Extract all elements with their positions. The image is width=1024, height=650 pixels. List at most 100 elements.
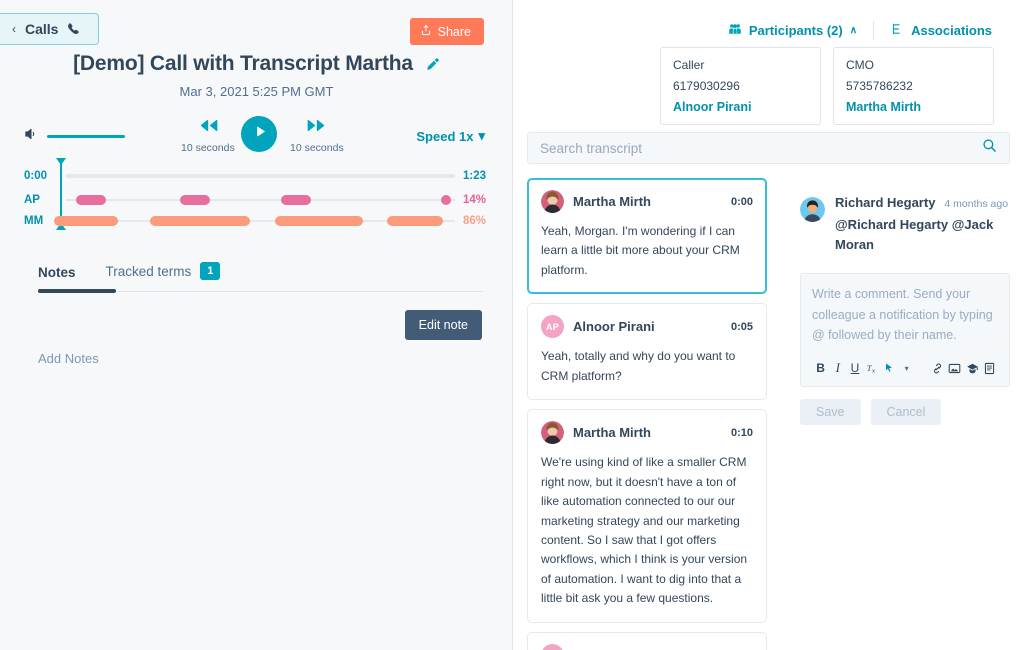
transcript-speaker: Martha Mirth <box>573 194 651 209</box>
timeline-row-mm: MM 86% <box>0 212 513 230</box>
speech-segment <box>274 216 363 226</box>
transcript-search[interactable] <box>527 132 1010 164</box>
play-button[interactable] <box>241 116 277 152</box>
participants-toggle[interactable]: Participants (2) ∧ <box>712 22 873 39</box>
comments-panel: Richard Hegarty 4 months ago @Richard He… <box>800 195 1010 426</box>
share-button[interactable]: Share <box>409 18 484 45</box>
timeline-time-row: 0:00 1:23 <box>0 167 513 185</box>
forward-10-icon <box>306 118 328 138</box>
call-timeline[interactable]: 0:00 1:23 AP 14% MM 86% <box>0 158 513 231</box>
audio-player-controls: 10 seconds 10 seconds Speed 1x ▾ <box>0 110 513 162</box>
save-button[interactable]: Save <box>800 399 861 426</box>
editor-toolbar: B I U Tx ▾ <box>812 349 998 386</box>
associations-icon <box>890 22 904 39</box>
comment-timestamp: 4 months ago <box>944 198 1009 210</box>
transcript-speaker: Alnoor Pirani <box>573 319 655 335</box>
avatar: AP <box>541 315 564 339</box>
speed-label: Speed 1x <box>416 128 474 144</box>
tab-tracked-terms[interactable]: Tracked terms 1 <box>106 262 221 291</box>
snippet-icon[interactable] <box>981 358 998 378</box>
right-panel-header: Participants (2) ∧ Associations <box>712 21 1008 40</box>
right-panel: Participants (2) ∧ Associations Caller 6… <box>513 0 1024 650</box>
clear-format-icon[interactable]: Tx <box>864 358 881 378</box>
left-panel: ‹ Calls Share [Demo] Call with Transcrip… <box>0 0 513 650</box>
text-color-icon[interactable] <box>881 358 898 378</box>
transcript-timestamp: 0:10 <box>730 426 753 439</box>
transcript-text: We're using kind of like a smaller CRM r… <box>541 455 748 606</box>
comment-text: @Richard Hegarty @Jack Moran <box>835 217 994 253</box>
back-to-calls-button[interactable]: ‹ Calls <box>0 13 100 45</box>
speech-segment <box>440 195 451 205</box>
share-upload-icon <box>420 24 432 39</box>
pencil-icon[interactable] <box>426 57 440 71</box>
speech-segment <box>280 195 311 205</box>
timeline-row-label: AP <box>24 194 40 206</box>
transcript-entry[interactable]: Martha Mirth 0:10 We're using kind of li… <box>527 409 767 623</box>
avatar: AP <box>541 643 564 650</box>
playback-speed-dropdown[interactable]: Speed 1x ▾ <box>416 128 485 144</box>
edit-note-button[interactable]: Edit note <box>404 310 482 340</box>
rewind-10-button[interactable]: 10 seconds <box>181 118 235 154</box>
timeline-row-label: MM <box>24 215 44 227</box>
underline-icon[interactable]: U <box>846 358 863 378</box>
participant-name[interactable]: Alnoor Pirani <box>673 100 808 114</box>
tab-strip: Notes Tracked terms 1 <box>38 262 483 291</box>
comment-author: Richard Hegarty <box>835 195 936 210</box>
transcript-entry[interactable]: AP Alnoor Pirani 0:05 Yeah, totally and … <box>527 303 767 401</box>
link-icon[interactable] <box>929 358 946 378</box>
tab-notes-label: Notes <box>38 265 76 280</box>
participant-name[interactable]: Martha Mirth <box>846 100 981 114</box>
search-input[interactable] <box>540 140 982 156</box>
notes-tabs: Notes Tracked terms 1 <box>38 262 483 293</box>
transcript-column: Martha Mirth 0:00 Yeah, Morgan. I'm wond… <box>527 178 767 650</box>
bold-icon[interactable]: B <box>812 358 829 378</box>
tab-underline <box>38 289 483 293</box>
cancel-button[interactable]: Cancel <box>870 399 942 426</box>
participant-role: CMO <box>846 58 874 72</box>
volume-icon[interactable] <box>24 127 38 146</box>
comment-actions: Save Cancel <box>800 399 1010 426</box>
avatar <box>800 197 825 222</box>
italic-icon[interactable]: I <box>829 358 846 378</box>
speech-segment <box>386 216 443 226</box>
call-detail-page: ‹ Calls Share [Demo] Call with Transcrip… <box>0 0 1024 650</box>
transcript-speaker: Martha Mirth <box>573 425 651 441</box>
page-title: [Demo] Call with Transcript Martha <box>73 52 413 75</box>
volume-slider[interactable] <box>47 135 125 138</box>
chevron-up-icon: ∧ <box>849 25 858 36</box>
play-icon <box>252 124 267 144</box>
tab-notes[interactable]: Notes <box>38 265 76 291</box>
timeline-track-mm[interactable] <box>54 213 455 229</box>
rewind-10-icon <box>197 118 219 138</box>
comment-editor[interactable]: Write a comment. Send your colleague a n… <box>800 273 1010 388</box>
speech-segment <box>54 216 119 226</box>
svg-text:T: T <box>867 363 872 372</box>
text-color-caret-icon[interactable]: ▾ <box>898 358 915 378</box>
add-notes-link[interactable]: Add Notes <box>38 351 99 366</box>
transcript-entry[interactable]: Martha Mirth 0:00 Yeah, Morgan. I'm wond… <box>527 178 767 295</box>
participant-phone: 5735786232 <box>846 79 913 93</box>
speech-segment <box>76 195 107 205</box>
participant-role: Caller <box>673 58 705 72</box>
transcript-text: Yeah, Morgan. I'm wondering if I can lea… <box>541 224 740 277</box>
timeline-track-ap[interactable] <box>54 192 455 208</box>
avatar <box>541 421 564 445</box>
timeline-row-ap: AP 14% <box>0 191 513 209</box>
speech-segment <box>180 195 211 205</box>
tracked-terms-badge: 1 <box>200 262 221 280</box>
comment-placeholder[interactable]: Write a comment. Send your colleague a n… <box>812 284 998 345</box>
image-icon[interactable] <box>946 358 963 378</box>
comment-item: Richard Hegarty 4 months ago @Richard He… <box>800 195 1010 255</box>
volume-control[interactable] <box>24 127 125 146</box>
associations-button[interactable]: Associations <box>874 22 1008 39</box>
transcript-entry[interactable]: AP Alnoor Pirani 0:27 Totally totally an… <box>527 631 767 650</box>
timeline-scrubber[interactable] <box>54 168 455 184</box>
attachment-icon[interactable] <box>964 358 981 378</box>
share-button-label: Share <box>437 24 471 39</box>
forward-10-button[interactable]: 10 seconds <box>290 118 344 154</box>
search-icon[interactable] <box>982 138 997 158</box>
participant-card[interactable]: Caller 6179030296 Alnoor Pirani <box>660 47 821 125</box>
transcript-text: Yeah, totally and why do you want to CRM… <box>541 349 736 383</box>
participant-card[interactable]: CMO 5735786232 Martha Mirth <box>833 47 994 125</box>
forward-10-label: 10 seconds <box>290 142 344 154</box>
